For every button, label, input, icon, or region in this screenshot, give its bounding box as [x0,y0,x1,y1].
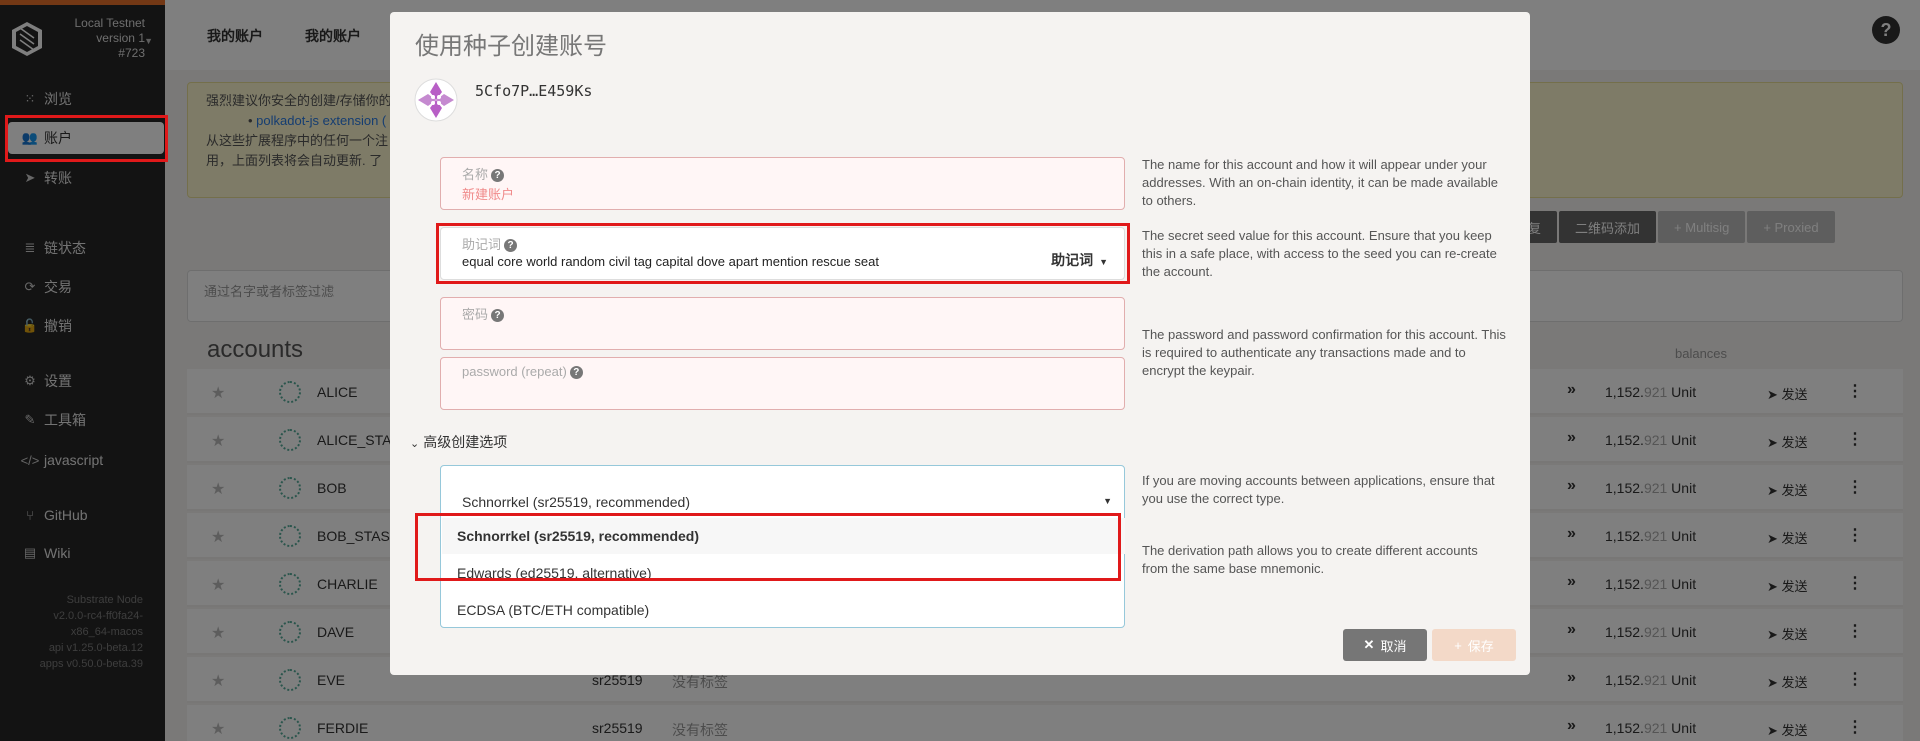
help-crypto: If you are moving accounts between appli… [1142,473,1495,506]
chevron-double-down-icon: ⌄ [410,438,420,450]
save-label: 保存 [1467,638,1494,654]
advanced-label: 高级创建选项 [423,434,508,450]
password-label: 密码 [462,307,489,322]
modal-title: 使用种子创建账号 [415,33,607,60]
account-address: 5Cfo7P…E459Ks [475,82,593,100]
plus-icon: + [1454,637,1462,653]
question-icon[interactable]: ? [491,169,505,183]
cancel-label: 取消 [1380,638,1407,654]
save-button[interactable]: + 保存 [1432,629,1516,661]
crypto-selected: Schnorrkel (sr25519, recommended) [462,494,690,510]
name-label: 名称 [462,167,489,182]
password-field[interactable]: 密码? [440,297,1125,350]
caret-down-icon: ▼ [1103,496,1112,506]
help-name: The name for this account and how it wil… [1142,157,1499,208]
create-account-modal: 使用种子创建账号 5Cfo7P…E459Ks 名称? 新建账户 The name… [390,12,1530,675]
close-icon: ✕ [1363,637,1375,652]
crypto-option[interactable]: ECDSA (BTC/ETH compatible) [442,592,1125,628]
question-icon[interactable]: ? [491,309,505,323]
help-derivation: The derivation path allows you to create… [1142,543,1478,576]
help-password: The password and password confirmation f… [1142,327,1506,378]
seed-highlight [436,223,1130,284]
password-repeat-label: password (repeat) [462,364,567,379]
advanced-toggle[interactable]: ⌄ 高级创建选项 [410,432,507,452]
help-seed: The secret seed value for this account. … [1142,228,1497,279]
name-field[interactable]: 名称? 新建账户 [440,157,1125,210]
accounts-highlight [5,115,168,162]
identicon-icon [414,78,458,122]
question-icon[interactable]: ? [569,366,583,380]
name-input[interactable]: 新建账户 [462,184,514,203]
cancel-button[interactable]: ✕ 取消 [1343,629,1427,661]
password-repeat-field[interactable]: password (repeat)? [440,357,1125,410]
options-highlight [415,513,1121,581]
